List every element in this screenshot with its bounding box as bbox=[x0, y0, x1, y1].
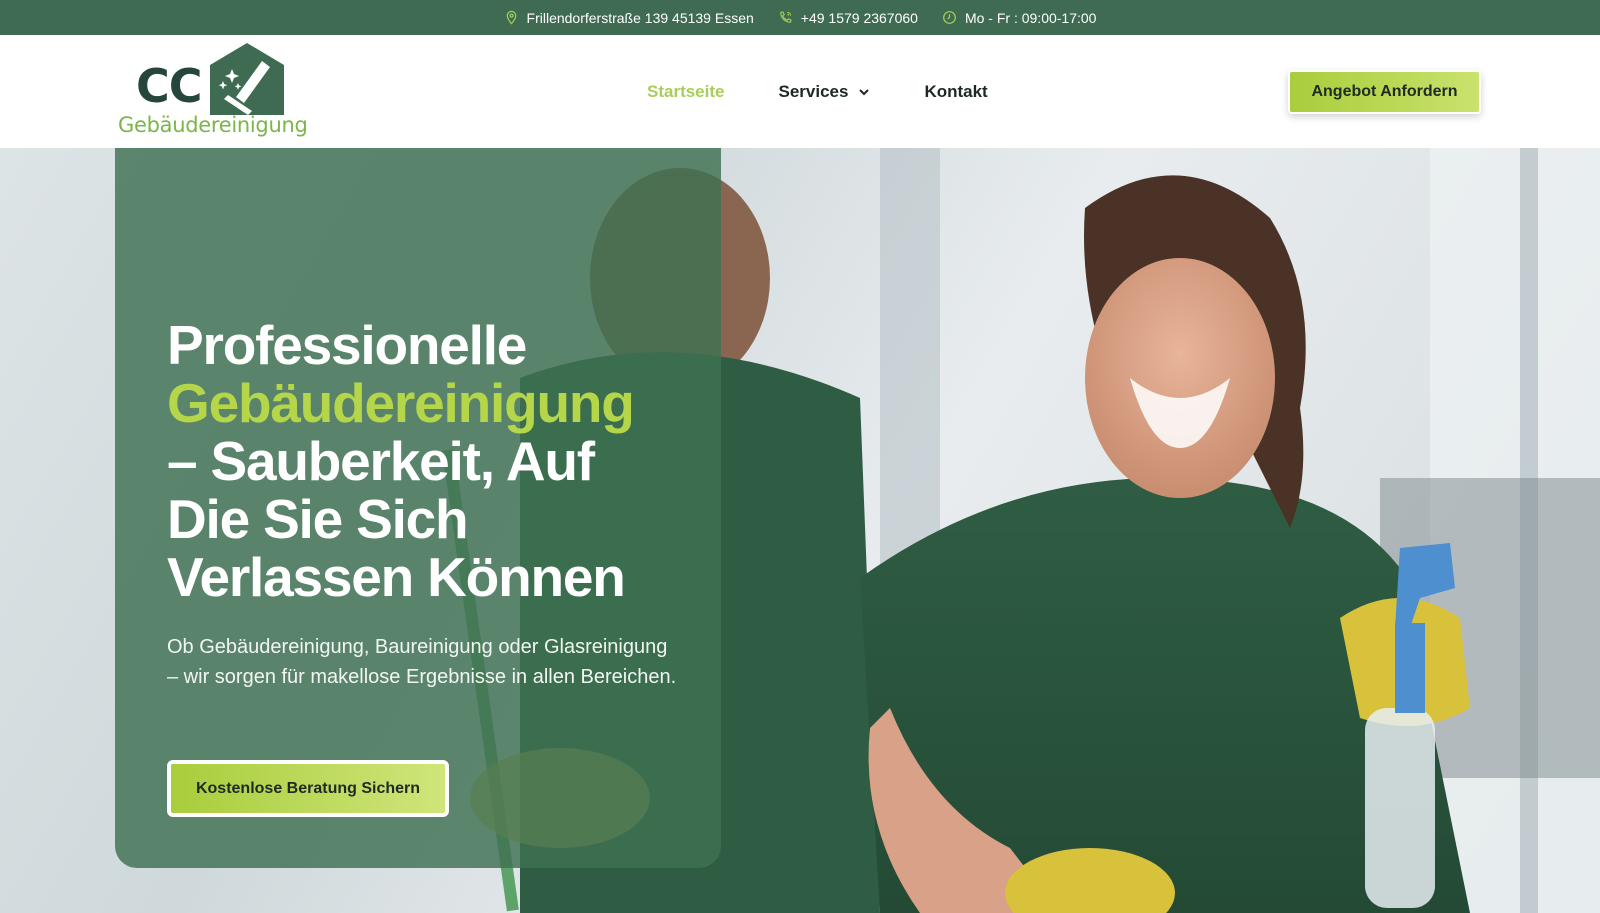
phone-icon bbox=[780, 11, 792, 23]
hero-section: Professionelle Gebäudereinigung – Sauber… bbox=[0, 148, 1600, 913]
free-consultation-button[interactable]: Kostenlose Beratung Sichern bbox=[167, 760, 449, 817]
hero-headline-accent: Gebäudereinigung bbox=[167, 372, 635, 434]
main-nav: Startseite Services Kontakt bbox=[647, 35, 988, 148]
nav-item-label: Kontakt bbox=[924, 81, 988, 101]
nav-item-startseite[interactable]: Startseite bbox=[647, 82, 724, 102]
hours-info: Mo - Fr : 09:00-17:00 bbox=[942, 9, 1097, 26]
logo-subtitle: Gebäudereinigung bbox=[118, 113, 308, 137]
house-squeegee-icon bbox=[210, 43, 284, 115]
site-header: CC Gebäudereinigung Startseite Services … bbox=[0, 35, 1600, 148]
top-info-bar: Frillendorferstraße 139 45139 Essen +49 … bbox=[0, 0, 1600, 35]
hero-headline-line: – Sauberkeit, Auf bbox=[167, 430, 595, 492]
nav-item-services[interactable]: Services bbox=[778, 82, 870, 102]
nav-item-label: Startseite bbox=[647, 81, 725, 101]
hero-headline-line: Professionelle bbox=[167, 314, 527, 376]
hero-description: Ob Gebäudereinigung, Baureinigung oder G… bbox=[167, 636, 677, 688]
hero-headline: Professionelle Gebäudereinigung – Sauber… bbox=[167, 316, 687, 606]
address-info: Frillendorferstraße 139 45139 Essen bbox=[504, 10, 754, 26]
request-quote-button[interactable]: Angebot Anfordern bbox=[1288, 70, 1481, 114]
logo-mark-text: CC bbox=[136, 59, 203, 113]
chevron-down-icon bbox=[859, 88, 870, 95]
logo[interactable]: CC Gebäudereinigung bbox=[118, 43, 308, 141]
nav-item-label: Services bbox=[778, 81, 849, 101]
phone-text[interactable]: +49 1579 2367060 bbox=[801, 10, 918, 26]
location-pin-icon bbox=[506, 10, 516, 25]
hero-text-panel: Professionelle Gebäudereinigung – Sauber… bbox=[115, 148, 721, 868]
nav-item-kontakt[interactable]: Kontakt bbox=[924, 82, 987, 102]
hours-text: Mo - Fr : 09:00-17:00 bbox=[964, 9, 1097, 26]
hero-headline-line: Verlassen Können bbox=[167, 546, 626, 608]
hero-headline-line: Die Sie Sich bbox=[167, 488, 469, 550]
address-text: Frillendorferstraße 139 45139 Essen bbox=[526, 9, 754, 26]
phone-info[interactable]: +49 1579 2367060 bbox=[778, 10, 918, 26]
clock-icon bbox=[943, 11, 956, 24]
